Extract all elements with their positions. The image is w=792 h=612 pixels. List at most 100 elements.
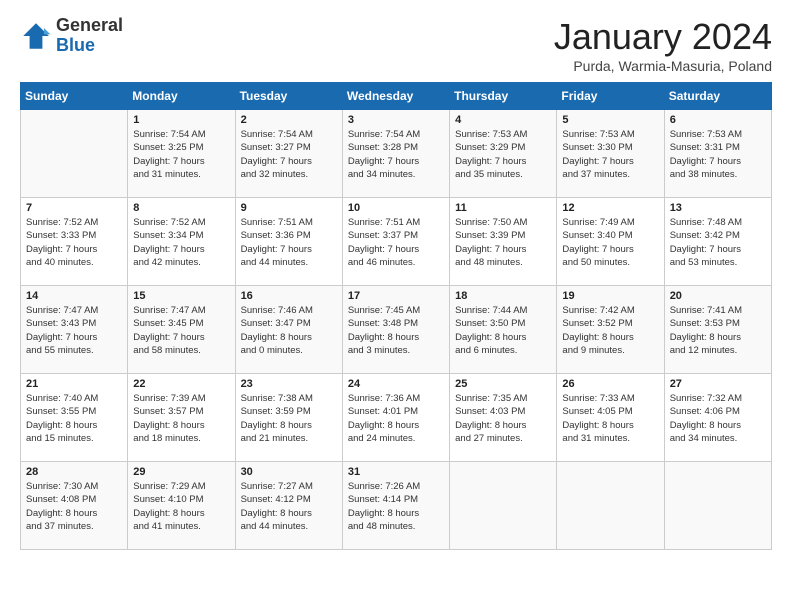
day-info: Sunrise: 7:41 AMSunset: 3:53 PMDaylight:… bbox=[670, 304, 766, 357]
day-number: 22 bbox=[133, 378, 229, 390]
calendar-cell: 3 Sunrise: 7:54 AMSunset: 3:28 PMDaylight… bbox=[342, 110, 449, 198]
day-info: Sunrise: 7:32 AMSunset: 4:06 PMDaylight:… bbox=[670, 392, 766, 445]
column-header-friday: Friday bbox=[557, 83, 664, 110]
day-number: 5 bbox=[562, 114, 658, 126]
day-info: Sunrise: 7:33 AMSunset: 4:05 PMDaylight:… bbox=[562, 392, 658, 445]
calendar-cell: 6 Sunrise: 7:53 AMSunset: 3:31 PMDaylight… bbox=[664, 110, 771, 198]
calendar-cell bbox=[557, 462, 664, 550]
column-header-wednesday: Wednesday bbox=[342, 83, 449, 110]
day-info: Sunrise: 7:44 AMSunset: 3:50 PMDaylight:… bbox=[455, 304, 551, 357]
column-header-tuesday: Tuesday bbox=[235, 83, 342, 110]
day-number: 15 bbox=[133, 290, 229, 302]
day-info: Sunrise: 7:30 AMSunset: 4:08 PMDaylight:… bbox=[26, 480, 122, 533]
day-number: 27 bbox=[670, 378, 766, 390]
day-info: Sunrise: 7:45 AMSunset: 3:48 PMDaylight:… bbox=[348, 304, 444, 357]
calendar-cell: 9Sunrise: 7:51 AMSunset: 3:36 PMDaylight… bbox=[235, 198, 342, 286]
day-info: Sunrise: 7:35 AMSunset: 4:03 PMDaylight:… bbox=[455, 392, 551, 445]
calendar-cell: 18 Sunrise: 7:44 AMSunset: 3:50 PMDayligh… bbox=[450, 286, 557, 374]
calendar-cell: 16Sunrise: 7:46 AMSunset: 3:47 PMDayligh… bbox=[235, 286, 342, 374]
week-row-3: 14 Sunrise: 7:47 AMSunset: 3:43 PMDayligh… bbox=[21, 286, 772, 374]
day-number: 3 bbox=[348, 114, 444, 126]
calendar-cell: 31 Sunrise: 7:26 AMSunset: 4:14 PMDayligh… bbox=[342, 462, 449, 550]
logo-blue-text: Blue bbox=[56, 36, 123, 56]
day-info: Sunrise: 7:54 AMSunset: 3:28 PMDaylight:… bbox=[348, 128, 444, 181]
calendar-cell: 26 Sunrise: 7:33 AMSunset: 4:05 PMDayligh… bbox=[557, 374, 664, 462]
day-info: Sunrise: 7:49 AMSunset: 3:40 PMDaylight:… bbox=[562, 216, 658, 269]
day-info: Sunrise: 7:48 AMSunset: 3:42 PMDaylight:… bbox=[670, 216, 766, 269]
day-number: 2 bbox=[241, 114, 337, 126]
day-info: Sunrise: 7:38 AMSunset: 3:59 PMDaylight:… bbox=[241, 392, 337, 445]
logo: General Blue bbox=[20, 16, 123, 56]
calendar-cell: 24 Sunrise: 7:36 AMSunset: 4:01 PMDayligh… bbox=[342, 374, 449, 462]
calendar-cell: 7 Sunrise: 7:52 AMSunset: 3:33 PMDaylight… bbox=[21, 198, 128, 286]
calendar-cell: 2 Sunrise: 7:54 AMSunset: 3:27 PMDaylight… bbox=[235, 110, 342, 198]
calendar-cell: 25 Sunrise: 7:35 AMSunset: 4:03 PMDayligh… bbox=[450, 374, 557, 462]
column-header-monday: Monday bbox=[128, 83, 235, 110]
logo-general-text: General bbox=[56, 16, 123, 36]
month-title: January 2024 bbox=[554, 16, 772, 58]
day-number: 8 bbox=[133, 202, 229, 214]
day-info: Sunrise: 7:53 AMSunset: 3:31 PMDaylight:… bbox=[670, 128, 766, 181]
column-header-saturday: Saturday bbox=[664, 83, 771, 110]
day-info: Sunrise: 7:53 AMSunset: 3:30 PMDaylight:… bbox=[562, 128, 658, 181]
calendar-cell: 17Sunrise: 7:45 AMSunset: 3:48 PMDayligh… bbox=[342, 286, 449, 374]
day-number: 24 bbox=[348, 378, 444, 390]
page-header: General Blue January 2024 Purda, Warmia-… bbox=[20, 16, 772, 74]
calendar-cell bbox=[450, 462, 557, 550]
day-info: Sunrise: 7:39 AMSunset: 3:57 PMDaylight:… bbox=[133, 392, 229, 445]
day-number: 23 bbox=[241, 378, 337, 390]
day-number: 28 bbox=[26, 466, 122, 478]
week-row-5: 28 Sunrise: 7:30 AMSunset: 4:08 PMDayligh… bbox=[21, 462, 772, 550]
day-number: 11 bbox=[455, 202, 551, 214]
day-number: 6 bbox=[670, 114, 766, 126]
day-info: Sunrise: 7:50 AMSunset: 3:39 PMDaylight:… bbox=[455, 216, 551, 269]
day-number: 29 bbox=[133, 466, 229, 478]
day-info: Sunrise: 7:27 AMSunset: 4:12 PMDaylight:… bbox=[241, 480, 337, 533]
day-info: Sunrise: 7:53 AMSunset: 3:29 PMDaylight:… bbox=[455, 128, 551, 181]
day-info: Sunrise: 7:47 AMSunset: 3:45 PMDaylight:… bbox=[133, 304, 229, 357]
day-number: 13 bbox=[670, 202, 766, 214]
day-number: 26 bbox=[562, 378, 658, 390]
day-number: 25 bbox=[455, 378, 551, 390]
calendar-cell: 8 Sunrise: 7:52 AMSunset: 3:34 PMDaylight… bbox=[128, 198, 235, 286]
week-row-2: 7 Sunrise: 7:52 AMSunset: 3:33 PMDaylight… bbox=[21, 198, 772, 286]
day-number: 31 bbox=[348, 466, 444, 478]
calendar-cell: 14 Sunrise: 7:47 AMSunset: 3:43 PMDayligh… bbox=[21, 286, 128, 374]
day-info: Sunrise: 7:54 AMSunset: 3:27 PMDaylight:… bbox=[241, 128, 337, 181]
day-number: 10 bbox=[348, 202, 444, 214]
day-number: 7 bbox=[26, 202, 122, 214]
header-row: SundayMondayTuesdayWednesdayThursdayFrid… bbox=[21, 83, 772, 110]
day-info: Sunrise: 7:46 AMSunset: 3:47 PMDaylight:… bbox=[241, 304, 337, 357]
day-info: Sunrise: 7:47 AMSunset: 3:43 PMDaylight:… bbox=[26, 304, 122, 357]
day-number: 4 bbox=[455, 114, 551, 126]
day-info: Sunrise: 7:40 AMSunset: 3:55 PMDaylight:… bbox=[26, 392, 122, 445]
week-row-1: 1Sunrise: 7:54 AMSunset: 3:25 PMDaylight… bbox=[21, 110, 772, 198]
title-area: January 2024 Purda, Warmia-Masuria, Pola… bbox=[554, 16, 772, 74]
day-number: 14 bbox=[26, 290, 122, 302]
calendar-cell: 15 Sunrise: 7:47 AMSunset: 3:45 PMDayligh… bbox=[128, 286, 235, 374]
day-info: Sunrise: 7:29 AMSunset: 4:10 PMDaylight:… bbox=[133, 480, 229, 533]
calendar-cell: 4 Sunrise: 7:53 AMSunset: 3:29 PMDaylight… bbox=[450, 110, 557, 198]
day-info: Sunrise: 7:51 AMSunset: 3:37 PMDaylight:… bbox=[348, 216, 444, 269]
day-info: Sunrise: 7:52 AMSunset: 3:33 PMDaylight:… bbox=[26, 216, 122, 269]
day-number: 21 bbox=[26, 378, 122, 390]
calendar-cell: 20Sunrise: 7:41 AMSunset: 3:53 PMDayligh… bbox=[664, 286, 771, 374]
calendar-cell: 28 Sunrise: 7:30 AMSunset: 4:08 PMDayligh… bbox=[21, 462, 128, 550]
column-header-sunday: Sunday bbox=[21, 83, 128, 110]
calendar-cell: 29 Sunrise: 7:29 AMSunset: 4:10 PMDayligh… bbox=[128, 462, 235, 550]
day-info: Sunrise: 7:26 AMSunset: 4:14 PMDaylight:… bbox=[348, 480, 444, 533]
calendar-cell: 30Sunrise: 7:27 AMSunset: 4:12 PMDayligh… bbox=[235, 462, 342, 550]
calendar-cell: 13 Sunrise: 7:48 AMSunset: 3:42 PMDayligh… bbox=[664, 198, 771, 286]
calendar-cell: 5 Sunrise: 7:53 AMSunset: 3:30 PMDaylight… bbox=[557, 110, 664, 198]
calendar-cell: 22 Sunrise: 7:39 AMSunset: 3:57 PMDayligh… bbox=[128, 374, 235, 462]
day-number: 18 bbox=[455, 290, 551, 302]
calendar-cell: 12Sunrise: 7:49 AMSunset: 3:40 PMDayligh… bbox=[557, 198, 664, 286]
day-info: Sunrise: 7:36 AMSunset: 4:01 PMDaylight:… bbox=[348, 392, 444, 445]
calendar-cell: 11 Sunrise: 7:50 AMSunset: 3:39 PMDayligh… bbox=[450, 198, 557, 286]
column-header-thursday: Thursday bbox=[450, 83, 557, 110]
calendar-cell: 21 Sunrise: 7:40 AMSunset: 3:55 PMDayligh… bbox=[21, 374, 128, 462]
day-number: 1 bbox=[133, 114, 229, 126]
day-info: Sunrise: 7:52 AMSunset: 3:34 PMDaylight:… bbox=[133, 216, 229, 269]
calendar-cell: 10 Sunrise: 7:51 AMSunset: 3:37 PMDayligh… bbox=[342, 198, 449, 286]
day-info: Sunrise: 7:51 AMSunset: 3:36 PMDaylight:… bbox=[241, 216, 337, 269]
